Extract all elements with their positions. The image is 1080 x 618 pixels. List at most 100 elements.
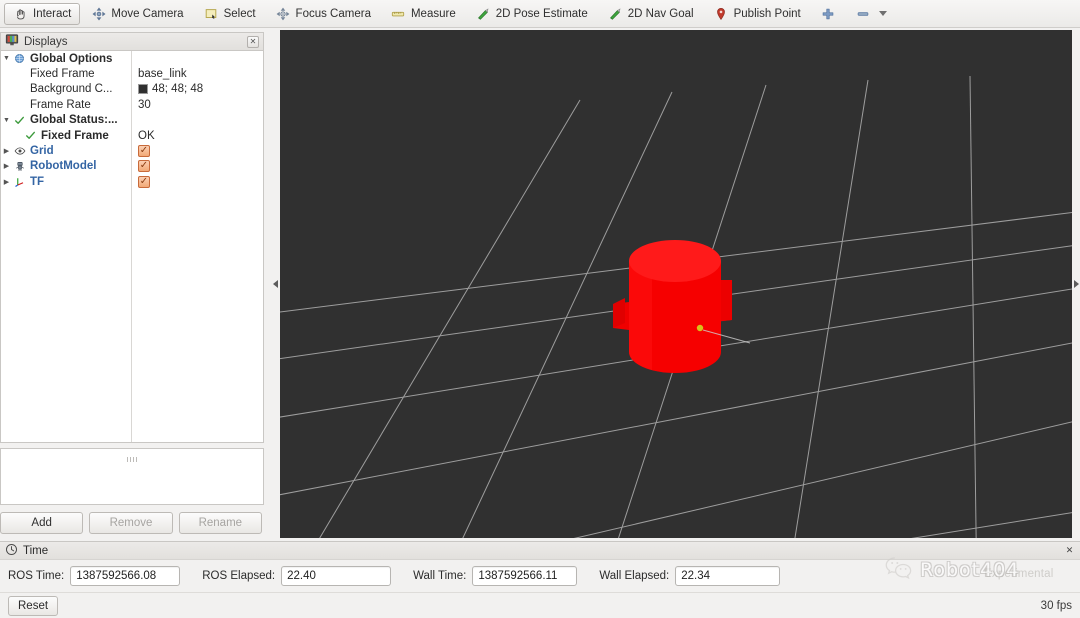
rviz-window: Interact Move Camera Select Focus Camera… [0,0,1080,618]
tool-publish-point[interactable]: Publish Point [705,3,810,25]
collapse-right-icon[interactable] [1073,280,1079,288]
tree-label: Fixed Frame [41,129,109,142]
tool-measure-label: Measure [410,7,456,20]
tf-axes-icon [12,176,27,188]
time-panel-header: Time ✕ [0,541,1080,560]
displays-button-row: Add Remove Rename [0,512,264,534]
tree-label: Global Options [30,52,113,65]
tree-label: RobotModel [30,160,97,173]
ros-time-input[interactable]: 1387592566.08 [70,566,181,586]
nav-goal-arrow-icon [608,6,623,21]
value-global-status [132,113,263,128]
robotmodel-checkbox[interactable]: ✓ [138,160,150,173]
wall-elapsed-input[interactable]: 22.34 [675,566,781,586]
tree-label: Fixed Frame [30,68,95,81]
globe-icon [12,53,27,64]
tool-select[interactable]: Select [195,3,265,25]
ros-elapsed-label: ROS Elapsed: [202,570,276,582]
tool-2d-pose-estimate[interactable]: 2D Pose Estimate [467,3,597,25]
expander-open-icon[interactable] [1,117,12,124]
focus-camera-icon [276,6,291,21]
tool-measure[interactable]: Measure [382,3,465,25]
tree-label: Grid [30,145,54,158]
hand-icon [13,6,28,21]
pose-arrow-icon [476,6,491,21]
tool-move-camera[interactable]: Move Camera [82,3,192,25]
minus-icon [856,6,871,21]
right-splitter[interactable] [1072,30,1080,538]
tool-publish-point-label: Publish Point [733,7,801,20]
close-icon[interactable]: ✕ [247,35,259,48]
tool-focus-camera[interactable]: Focus Camera [267,3,380,25]
tool-select-label: Select [223,7,256,20]
wall-elapsed-label: Wall Elapsed: [599,570,670,582]
tree-row-global-options[interactable]: Global Options [1,51,131,66]
tool-focus-camera-label: Focus Camera [295,7,371,20]
tree-row-frame-rate[interactable]: Frame Rate [1,97,131,112]
value-grid-enabled[interactable]: ✓ [132,143,263,158]
reset-button[interactable]: Reset [8,595,59,616]
tool-2d-nav-goal-label: 2D Nav Goal [627,7,694,20]
chevron-down-icon[interactable] [878,11,887,16]
map-pin-icon [714,6,729,21]
move-camera-icon [91,6,106,21]
value-status-fixed-frame: OK [132,128,263,143]
status-fixed-frame-value: OK [138,129,155,142]
tree-row-status-fixed-frame[interactable]: Fixed Frame [1,128,131,143]
tf-frame-marker [696,324,704,332]
status-bar: Reset 30 fps [0,592,1080,618]
tree-row-tf[interactable]: TF [1,174,131,189]
robot-icon [12,160,27,172]
add-button[interactable]: Add [0,512,84,534]
tree-label: Frame Rate [30,98,91,111]
displays-tree[interactable]: Global Options Fixed Frame Background C.… [0,51,264,443]
render-view-3d[interactable] [280,30,1072,538]
time-fields-row: ROS Time: 1387592566.08 ROS Elapsed: 22.… [0,563,1080,589]
tool-move-camera-label: Move Camera [111,7,184,20]
add-tool-button[interactable] [812,3,845,25]
tree-label: Background C... [30,83,113,96]
value-robotmodel-enabled[interactable]: ✓ [132,159,263,174]
tool-interact-label: Interact [33,7,72,20]
close-icon[interactable]: ✕ [1064,545,1075,556]
grid-eye-icon [12,145,27,157]
value-frame-rate[interactable]: 30 [132,97,263,112]
fps-indicator: 30 fps [1040,599,1072,612]
displays-panel-header: Displays ✕ [0,32,264,51]
tool-interact[interactable]: Interact [4,2,81,25]
rename-button[interactable]: Rename [178,512,262,534]
ros-elapsed-input[interactable]: 22.40 [281,566,392,586]
displays-tree-values: base_link 48; 48; 48 30 OK ✓ ✓ ✓ [132,51,263,442]
tree-row-robotmodel[interactable]: RobotModel [1,159,131,174]
panel-splitter-handle[interactable] [0,456,264,462]
tree-label: Global Status:... [30,114,118,127]
tf-checkbox[interactable]: ✓ [138,175,150,188]
check-icon [12,115,27,126]
remove-tool-button[interactable] [847,3,896,25]
remove-button[interactable]: Remove [89,512,173,534]
plus-icon [821,6,836,21]
tree-label: TF [30,175,45,188]
expander-closed-icon[interactable] [1,147,12,155]
value-background-color[interactable]: 48; 48; 48 [132,82,263,97]
robot-body-top [629,240,721,282]
tree-row-background-color[interactable]: Background C... [1,82,131,97]
tool-2d-nav-goal[interactable]: 2D Nav Goal [599,3,703,25]
grid-checkbox[interactable]: ✓ [138,145,150,158]
expander-closed-icon[interactable] [1,178,12,186]
tree-row-fixed-frame[interactable]: Fixed Frame [1,66,131,81]
wall-time-label: Wall Time: [413,570,467,582]
expander-open-icon[interactable] [1,55,12,62]
tree-row-global-status[interactable]: Global Status:... [1,113,131,128]
value-tf-enabled[interactable]: ✓ [132,174,263,189]
collapse-left-icon[interactable] [272,280,278,288]
left-splitter[interactable] [270,30,280,538]
value-fixed-frame[interactable]: base_link [132,66,263,81]
select-rect-icon [204,6,219,21]
wall-time-input[interactable]: 1387592566.11 [472,566,578,586]
tree-row-grid[interactable]: Grid [1,143,131,158]
fixed-frame-value: base_link [138,68,187,81]
expander-closed-icon[interactable] [1,162,12,170]
check-icon [23,130,38,141]
value-global-options [132,51,263,66]
